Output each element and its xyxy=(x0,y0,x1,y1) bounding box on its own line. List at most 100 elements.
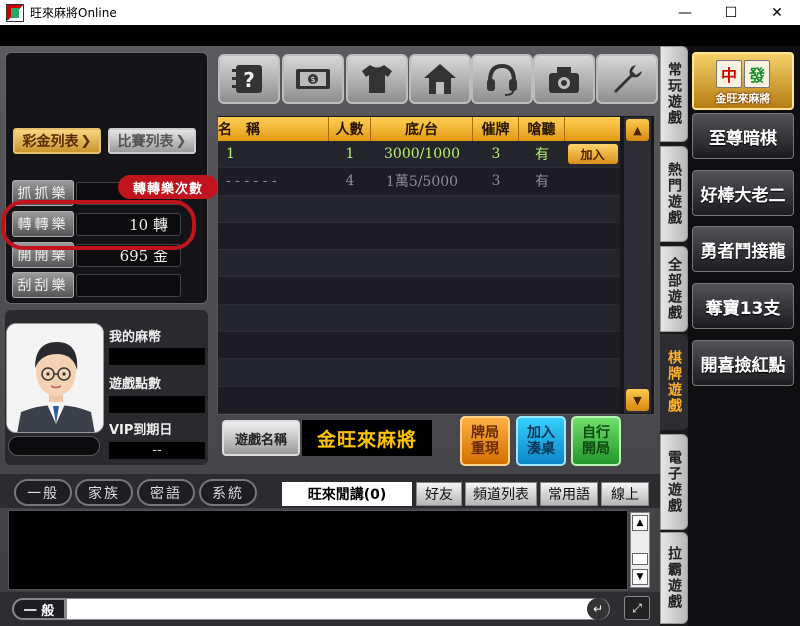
chat-tab-whisper[interactable]: 密語 xyxy=(137,479,195,506)
support-button[interactable] xyxy=(471,54,533,104)
scroll-thumb[interactable] xyxy=(632,553,648,565)
scroll-down-icon[interactable]: ▼ xyxy=(632,569,648,585)
expand-icon[interactable]: ⤢ xyxy=(624,596,650,620)
cash-button[interactable]: $ xyxy=(282,54,344,104)
send-icon[interactable]: ↵ xyxy=(587,598,609,620)
table-row[interactable]: 1 1 3000/1000 3 有 加入 xyxy=(218,141,620,169)
table-scrollbar[interactable] xyxy=(624,117,651,413)
featured-game-caption: 金旺來麻將 xyxy=(715,92,771,105)
avatar-icon xyxy=(7,324,103,432)
help-icon: ? xyxy=(232,65,262,93)
tab-electronic-games[interactable]: 電子遊戲 xyxy=(660,434,688,530)
replay-label: 牌局 重現 xyxy=(471,425,499,457)
tab-frequent-games[interactable]: 常玩遊戲 xyxy=(660,46,688,142)
cash-icon: $ xyxy=(296,69,330,89)
table-cell-action: 加入 xyxy=(565,141,620,167)
common-phrases-button[interactable]: 常用語 xyxy=(540,482,598,506)
join-table-button[interactable]: 加入 湊桌 xyxy=(516,416,566,466)
join-table-label: 加入 湊桌 xyxy=(527,425,555,457)
game-button[interactable]: 奪寶13支 xyxy=(692,283,794,329)
chat-scrollbar[interactable]: ▲ ▼ xyxy=(630,512,650,588)
game-name-value: 金旺來麻將 xyxy=(302,420,432,456)
open-table-button[interactable]: 自行 開局 xyxy=(571,416,621,466)
mahjong-coins-value xyxy=(109,348,205,365)
svg-text:?: ? xyxy=(243,68,255,92)
chevron-right-icon: ❯ xyxy=(175,133,187,149)
tab-slot-games[interactable]: 拉霸遊戲 xyxy=(660,532,688,624)
channel-title: 旺來閒講(0) xyxy=(282,482,412,506)
help-button[interactable]: ? xyxy=(218,54,280,104)
mahjong-tiles: 中 發 xyxy=(716,60,770,88)
vip-expiry-value: -- xyxy=(109,442,205,459)
table-row xyxy=(218,277,620,305)
table-row xyxy=(218,250,620,278)
channel-list-button[interactable]: 頻道列表 xyxy=(465,482,537,506)
table-body: 1 1 3000/1000 3 有 加入 - - - - - - 4 1萬5/5… xyxy=(218,141,620,414)
chat-tab-family[interactable]: 家族 xyxy=(75,479,133,506)
tab-board-games[interactable]: 棋牌遊戲 xyxy=(660,334,688,430)
chat-input[interactable] xyxy=(66,598,610,620)
game-button[interactable]: 至尊暗棋 xyxy=(692,113,794,159)
home-icon xyxy=(424,64,456,94)
table-row xyxy=(218,359,620,387)
game-points-value xyxy=(109,396,205,413)
mahjong-tile: 發 xyxy=(744,60,770,88)
top-strip xyxy=(0,25,800,46)
shirt-icon xyxy=(362,65,392,93)
game-button[interactable]: 好棒大老二 xyxy=(692,170,794,216)
chat-log[interactable] xyxy=(8,510,628,590)
chat-tab-system[interactable]: 系統 xyxy=(199,479,257,506)
tab-hot-games[interactable]: 熱門遊戲 xyxy=(660,146,688,242)
header-players: 人數 xyxy=(329,117,371,141)
table-row[interactable]: - - - - - - 4 1萬5/5000 3 有 xyxy=(218,168,620,196)
callout-label: 轉轉樂次數 xyxy=(118,175,218,199)
table-cell-name: 1 xyxy=(226,146,235,163)
game-points-label: 遊戲點數 xyxy=(109,377,162,392)
maximize-button[interactable]: ☐ xyxy=(708,0,754,25)
mahjong-tile: 中 xyxy=(716,60,742,88)
chat-tab-general[interactable]: 一般 xyxy=(14,479,72,506)
game-button[interactable]: 勇者鬥接龍 xyxy=(692,226,794,272)
chat-channel-select[interactable]: 一 般 xyxy=(12,598,66,620)
game-button[interactable]: 開喜撿紅點 xyxy=(692,340,794,386)
headset-icon xyxy=(487,63,517,96)
match-list-tab[interactable]: 比賽列表 ❯ xyxy=(108,128,196,154)
table-row xyxy=(218,304,620,333)
svg-text:$: $ xyxy=(310,75,315,84)
minimize-button[interactable]: — xyxy=(662,0,708,25)
header-call: 嗆聽 xyxy=(519,117,565,141)
settings-button[interactable] xyxy=(596,54,658,104)
join-table-button[interactable]: 加入 xyxy=(567,144,618,165)
scroll-up-icon[interactable]: ▲ xyxy=(632,515,648,531)
prize-list-tab[interactable]: 彩金列表 ❯ xyxy=(13,128,101,154)
header-name: 名 稱 xyxy=(218,117,329,141)
tab-all-games[interactable]: 全部遊戲 xyxy=(660,246,688,332)
game-name-button[interactable]: 遊戲名稱 xyxy=(222,420,300,456)
table-cell-players: 4 xyxy=(345,173,355,190)
prize-label[interactable]: 刮刮樂 xyxy=(12,272,74,298)
prize-list-label: 彩金列表 xyxy=(22,134,79,150)
featured-game-mahjong[interactable]: 中 發 金旺來麻將 xyxy=(692,52,794,110)
title-bar: 旺來麻將Online — ☐ ✕ xyxy=(0,0,800,25)
camera-button[interactable] xyxy=(533,54,595,104)
table-row xyxy=(218,386,620,414)
scroll-up-icon[interactable]: ▲ xyxy=(626,119,649,141)
prize-row-scratch: 刮刮樂 xyxy=(12,272,182,298)
window-title: 旺來麻將Online xyxy=(30,6,117,20)
chevron-right-icon: ❯ xyxy=(80,133,92,149)
table-row xyxy=(218,222,620,251)
wrench-icon xyxy=(614,65,642,93)
match-list-label: 比賽列表 xyxy=(117,134,174,150)
close-button[interactable]: ✕ xyxy=(754,0,800,25)
table-row xyxy=(218,332,620,360)
friends-button[interactable]: 好友 xyxy=(416,482,462,506)
replay-button[interactable]: 牌局 重現 xyxy=(460,416,510,466)
table-cell-call: 有 xyxy=(535,147,549,164)
wardrobe-button[interactable] xyxy=(346,54,408,104)
home-button[interactable] xyxy=(409,54,471,104)
player-name-box xyxy=(8,436,100,456)
table-cell-action xyxy=(565,168,620,194)
scroll-down-icon[interactable]: ▼ xyxy=(626,389,649,411)
online-button[interactable]: 線上 xyxy=(601,482,649,506)
avatar[interactable] xyxy=(6,323,104,433)
